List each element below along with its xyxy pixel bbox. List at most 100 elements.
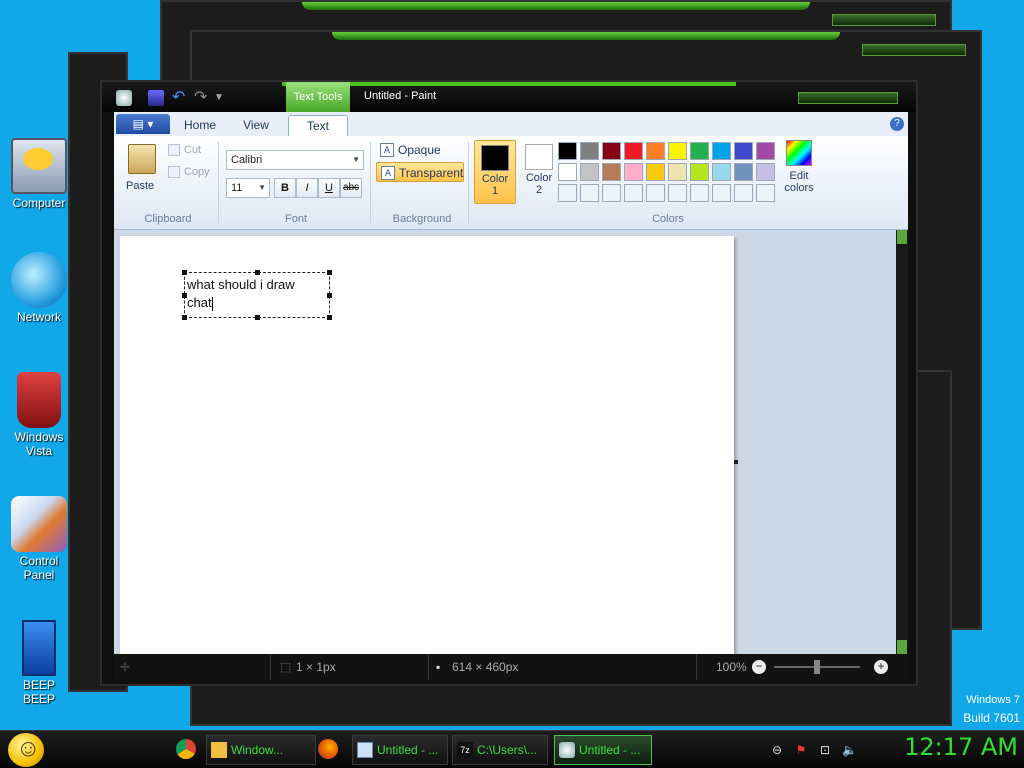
resize-handle[interactable] — [182, 315, 187, 320]
palette-swatch[interactable] — [580, 142, 599, 160]
palette-swatch[interactable] — [646, 184, 665, 202]
vertical-scrollbar[interactable] — [896, 230, 908, 654]
desktop-icon-control-panel[interactable]: Control Panel — [4, 496, 74, 582]
palette-swatch[interactable] — [756, 184, 775, 202]
strikethrough-button[interactable]: abc — [340, 178, 362, 198]
copy-button[interactable]: Copy — [168, 166, 210, 179]
paint-menu-button[interactable]: ▤ ▾ — [116, 114, 170, 134]
bold-button[interactable]: B — [274, 178, 296, 198]
chevron-down-icon[interactable]: ▼ — [214, 90, 230, 106]
font-size-select[interactable]: 11 ▼ — [226, 178, 270, 198]
resize-handle[interactable] — [327, 270, 332, 275]
tab-home[interactable]: Home — [172, 115, 228, 136]
paint-app-icon[interactable] — [116, 90, 132, 106]
tab-text[interactable]: Text — [288, 115, 348, 136]
font-family-select[interactable]: Calibri ▼ — [226, 150, 364, 170]
window-controls[interactable] — [832, 14, 936, 26]
window-controls[interactable] — [798, 92, 898, 104]
desktop-icon-beep-beep[interactable]: BEEP BEEP — [4, 620, 74, 706]
palette-swatch[interactable] — [734, 184, 753, 202]
taskbar-clock[interactable]: 12:17 AM — [904, 733, 1018, 761]
cut-button[interactable]: Cut — [168, 144, 201, 157]
resize-handle[interactable] — [327, 315, 332, 320]
palette-swatch[interactable] — [602, 184, 621, 202]
palette-swatch[interactable] — [624, 163, 643, 181]
canvas-resize-handle[interactable] — [734, 460, 738, 464]
taskbar-button-paint[interactable]: Untitled - ... — [554, 735, 652, 765]
help-icon[interactable]: ? — [890, 117, 904, 131]
italic-button[interactable]: I — [296, 178, 318, 198]
scroll-up-indicator[interactable] — [897, 230, 907, 244]
palette-swatch[interactable] — [558, 163, 577, 181]
resize-handle[interactable] — [327, 293, 332, 298]
title-bar[interactable]: ↶ ↷ ▼ Text Tools Untitled - Paint — [102, 82, 916, 112]
taskbar-button-label: Untitled - ... — [579, 743, 641, 757]
palette-swatch[interactable] — [756, 163, 775, 181]
drawing-canvas[interactable]: what should i draw chat — [120, 236, 734, 656]
window-title: Untitled - Paint — [364, 90, 437, 102]
zoom-in-button[interactable]: + — [874, 660, 888, 674]
desktop-icon-network[interactable]: Network — [4, 252, 74, 324]
resize-handle[interactable] — [182, 270, 187, 275]
taskbar-button-7zip[interactable]: 7z C:\Users\... — [452, 735, 548, 765]
color2-button[interactable]: Color 2 — [518, 140, 560, 204]
palette-swatch[interactable] — [668, 184, 687, 202]
palette-swatch[interactable] — [558, 142, 577, 160]
paste-button[interactable]: Paste — [126, 180, 154, 192]
tray-volume-icon[interactable]: 🔈 — [842, 743, 857, 757]
canvas-workspace[interactable]: what should i draw chat — [114, 230, 908, 656]
taskbar-button-windows-explorer[interactable]: Window... — [206, 735, 316, 765]
transparent-button[interactable]: A Transparent — [376, 162, 464, 182]
scroll-down-indicator[interactable] — [897, 640, 907, 654]
palette-swatch[interactable] — [712, 184, 731, 202]
underline-button[interactable]: U — [318, 178, 340, 198]
group-label-background: Background — [392, 213, 452, 225]
palette-swatch[interactable] — [690, 142, 709, 160]
tray-network-icon[interactable]: ⊡ — [818, 743, 832, 757]
palette-swatch[interactable] — [624, 184, 643, 202]
firefox-icon[interactable] — [318, 739, 338, 759]
paste-icon[interactable] — [128, 144, 156, 174]
edit-colors-button[interactable]: Edit colors — [780, 140, 818, 194]
font-size-value: 11 — [231, 182, 243, 194]
palette-swatch[interactable] — [624, 142, 643, 160]
palette-swatch[interactable] — [602, 142, 621, 160]
tray-action-center-icon[interactable]: ⚑ — [794, 743, 808, 757]
palette-swatch[interactable] — [734, 163, 753, 181]
opaque-button[interactable]: A Opaque — [376, 140, 462, 160]
undo-icon[interactable]: ↶ — [172, 90, 188, 106]
ribbon-divider — [218, 142, 219, 223]
window-controls[interactable] — [862, 44, 966, 56]
save-icon[interactable] — [148, 90, 164, 106]
zoom-slider-thumb[interactable] — [814, 660, 820, 674]
palette-swatch[interactable] — [646, 142, 665, 160]
chrome-icon[interactable] — [176, 739, 196, 759]
start-button[interactable] — [8, 733, 44, 767]
palette-swatch[interactable] — [558, 184, 577, 202]
desktop-icon-windows-vista[interactable]: Windows Vista — [4, 372, 74, 458]
resize-handle[interactable] — [255, 315, 260, 320]
tab-view[interactable]: View — [230, 115, 282, 136]
text-box[interactable]: what should i draw chat — [182, 270, 332, 320]
palette-swatch[interactable] — [712, 163, 731, 181]
palette-swatch[interactable] — [734, 142, 753, 160]
palette-swatch[interactable] — [668, 163, 687, 181]
palette-swatch[interactable] — [646, 163, 665, 181]
zoom-out-button[interactable]: − — [752, 660, 766, 674]
resize-handle[interactable] — [255, 270, 260, 275]
desktop-icon-computer[interactable]: Computer — [4, 138, 74, 210]
palette-swatch[interactable] — [580, 163, 599, 181]
palette-swatch[interactable] — [602, 163, 621, 181]
palette-swatch[interactable] — [690, 163, 709, 181]
palette-swatch[interactable] — [668, 142, 687, 160]
taskbar-button-notepad[interactable]: Untitled - ... — [352, 735, 448, 765]
paint-window[interactable]: ↶ ↷ ▼ Text Tools Untitled - Paint ▤ ▾ Ho… — [100, 80, 918, 686]
palette-swatch[interactable] — [756, 142, 775, 160]
palette-swatch[interactable] — [712, 142, 731, 160]
tray-language-icon[interactable]: ⊖ — [770, 743, 784, 757]
palette-swatch[interactable] — [690, 184, 709, 202]
color1-button[interactable]: Color 1 — [474, 140, 516, 204]
redo-icon[interactable]: ↷ — [194, 90, 210, 106]
color1-label: Color 1 — [481, 173, 509, 197]
palette-swatch[interactable] — [580, 184, 599, 202]
